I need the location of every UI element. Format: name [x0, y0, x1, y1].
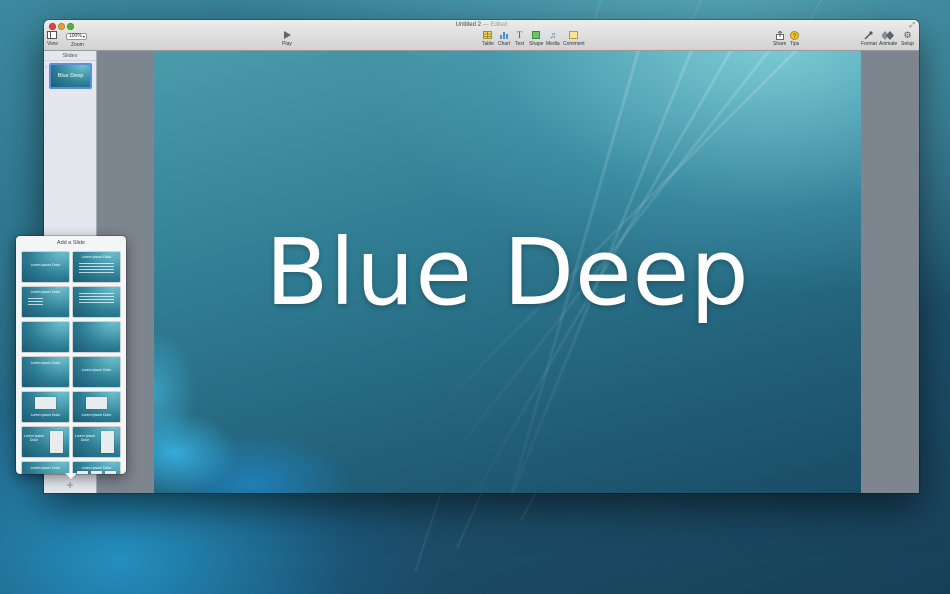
table-button[interactable]: Table	[482, 31, 494, 47]
music-note-icon: ♫	[549, 30, 557, 40]
layout-bullets	[28, 298, 43, 307]
layout-label: Lorem Ipsum Dolor	[81, 368, 112, 372]
play-button[interactable]: Play	[282, 31, 292, 47]
tips-button[interactable]: ? Tips	[790, 31, 799, 47]
layout-title-center[interactable]: Lorem Ipsum Dolor	[73, 357, 120, 387]
media-label: Media	[546, 41, 560, 47]
layout-title-subtitle[interactable]: Lorem Ipsum Dolor	[22, 252, 69, 282]
table-grid-icon	[482, 31, 494, 40]
layout-bullets[interactable]	[73, 287, 120, 317]
add-slide-button[interactable]: +	[64, 479, 76, 491]
shape-label: Shape	[529, 41, 544, 47]
question-icon: ?	[790, 31, 800, 40]
diamond-animate-icon	[879, 31, 897, 40]
text-label: Text	[515, 41, 525, 47]
layout-title-only[interactable]: Lorem Ipsum Dolor	[22, 357, 69, 387]
titlebar: Untitled 2 — Edited ⤢ View 100% ▾ Zoom P…	[44, 20, 919, 51]
tips-label: Tips	[790, 41, 800, 47]
animate-label: Animate	[879, 41, 898, 47]
slide-thumbnail-title: Blue Deep	[51, 65, 90, 87]
format-label: Format	[861, 41, 877, 47]
document-name: Untitled 2	[455, 22, 481, 28]
slide-number: 1	[45, 64, 48, 69]
zoom-value: 100%	[69, 33, 82, 39]
layout-photo-vertical-alt[interactable]: Lorem Ipsum Dolor	[73, 427, 120, 457]
slide-canvas-area: Blue Deep	[98, 51, 919, 493]
layout-photo-caption[interactable]: Lorem Ipsum Dolor	[22, 392, 69, 422]
layout-blank-alt[interactable]	[73, 322, 120, 352]
slide-title[interactable]: Blue Deep	[154, 219, 861, 326]
window-title: Untitled 2 — Edited	[44, 22, 919, 28]
comment-button[interactable]: Comment	[563, 31, 585, 47]
text-t-icon: T	[516, 30, 523, 40]
setup-label: Setup	[901, 41, 915, 47]
chart-button[interactable]: Chart	[498, 31, 510, 47]
layout-photos[interactable]: Lorem Ipsum Dolor	[73, 462, 120, 474]
photo-placeholder	[86, 397, 107, 409]
format-button[interactable]: Format	[861, 31, 877, 47]
sidebar-view-icon	[47, 31, 58, 40]
blue-smoke-graphic	[154, 333, 434, 493]
share-button[interactable]: Share	[773, 31, 786, 47]
layout-label: Lorem Ipsum Dolor	[81, 466, 112, 470]
layout-label: Lorem Ipsum Dolor	[81, 255, 112, 259]
play-label: Play	[282, 41, 292, 47]
layout-photo-vertical[interactable]: Lorem Ipsum Dolor	[22, 427, 69, 457]
comment-label: Comment	[563, 41, 585, 47]
photo-placeholder	[101, 431, 114, 453]
layout-blank[interactable]	[22, 322, 69, 352]
layout-photo-caption-alt[interactable]: Lorem Ipsum Dolor	[73, 392, 120, 422]
document-status: — Edited	[482, 22, 508, 28]
text-button[interactable]: T Text	[515, 30, 525, 48]
layout-label: Lorem Ipsum Dolor	[81, 413, 112, 417]
slide-canvas[interactable]: Blue Deep	[154, 51, 861, 493]
photo-placeholder	[77, 471, 88, 474]
media-button[interactable]: ♫ Media	[546, 30, 560, 48]
layout-label: Lorem Ipsum Dolor	[30, 263, 61, 267]
paintbrush-icon	[861, 31, 877, 40]
layout-title-top[interactable]: Lorem Ipsum Dolor	[22, 287, 69, 317]
slide-thumbnail[interactable]: Blue Deep	[49, 63, 92, 89]
view-label: View	[47, 41, 58, 47]
zoom-label: Zoom	[71, 42, 84, 48]
speech-note-icon	[563, 31, 585, 40]
shape-button[interactable]: Shape	[529, 31, 543, 47]
layout-label: Lorem Ipsum Dolor	[30, 361, 61, 365]
animate-button[interactable]: Animate	[879, 31, 897, 47]
view-button[interactable]: View	[47, 31, 58, 47]
layout-bullets	[79, 263, 114, 275]
photo-placeholder	[105, 471, 116, 474]
photo-placeholder	[91, 471, 102, 474]
layout-label: Lorem Ipsum Dolor	[23, 434, 45, 442]
setup-button[interactable]: ⚙ Setup	[901, 30, 915, 48]
photo-placeholder	[35, 397, 56, 409]
chart-label: Chart	[498, 41, 511, 47]
table-label: Table	[482, 41, 494, 47]
add-slide-popover: Add a Slide Lorem Ipsum Dolor Lorem Ipsu…	[16, 236, 126, 474]
gear-icon: ⚙	[903, 30, 912, 40]
layout-label: Lorem Ipsum Dolor	[30, 413, 61, 417]
chevron-down-icon: ▾	[82, 34, 85, 39]
layout-quote[interactable]: Lorem Ipsum Dolor	[22, 462, 69, 474]
play-triangle-icon	[282, 31, 292, 40]
share-arrow-icon	[773, 31, 786, 40]
share-label: Share	[773, 41, 787, 47]
zoom-select[interactable]: 100% ▾	[66, 33, 87, 40]
zoom-label-text: Zoom	[71, 42, 84, 48]
layout-title-bullets[interactable]: Lorem Ipsum Dolor	[73, 252, 120, 282]
keynote-window: Untitled 2 — Edited ⤢ View 100% ▾ Zoom P…	[44, 20, 919, 493]
popover-title: Add a Slide	[56, 240, 86, 246]
layout-grid: Lorem Ipsum Dolor Lorem Ipsum Dolor Lore…	[22, 252, 120, 474]
square-shape-icon	[529, 31, 543, 40]
fullscreen-icon[interactable]: ⤢	[909, 22, 915, 30]
bar-chart-icon	[498, 31, 510, 40]
slides-header: Slides	[44, 51, 96, 61]
layout-label: Lorem Ipsum Dolor	[74, 434, 96, 442]
layout-label: Lorem Ipsum Dolor	[30, 290, 61, 294]
photo-placeholder	[50, 431, 63, 453]
layout-bullets-lines	[79, 293, 114, 305]
layout-label: Lorem Ipsum Dolor	[30, 466, 61, 470]
